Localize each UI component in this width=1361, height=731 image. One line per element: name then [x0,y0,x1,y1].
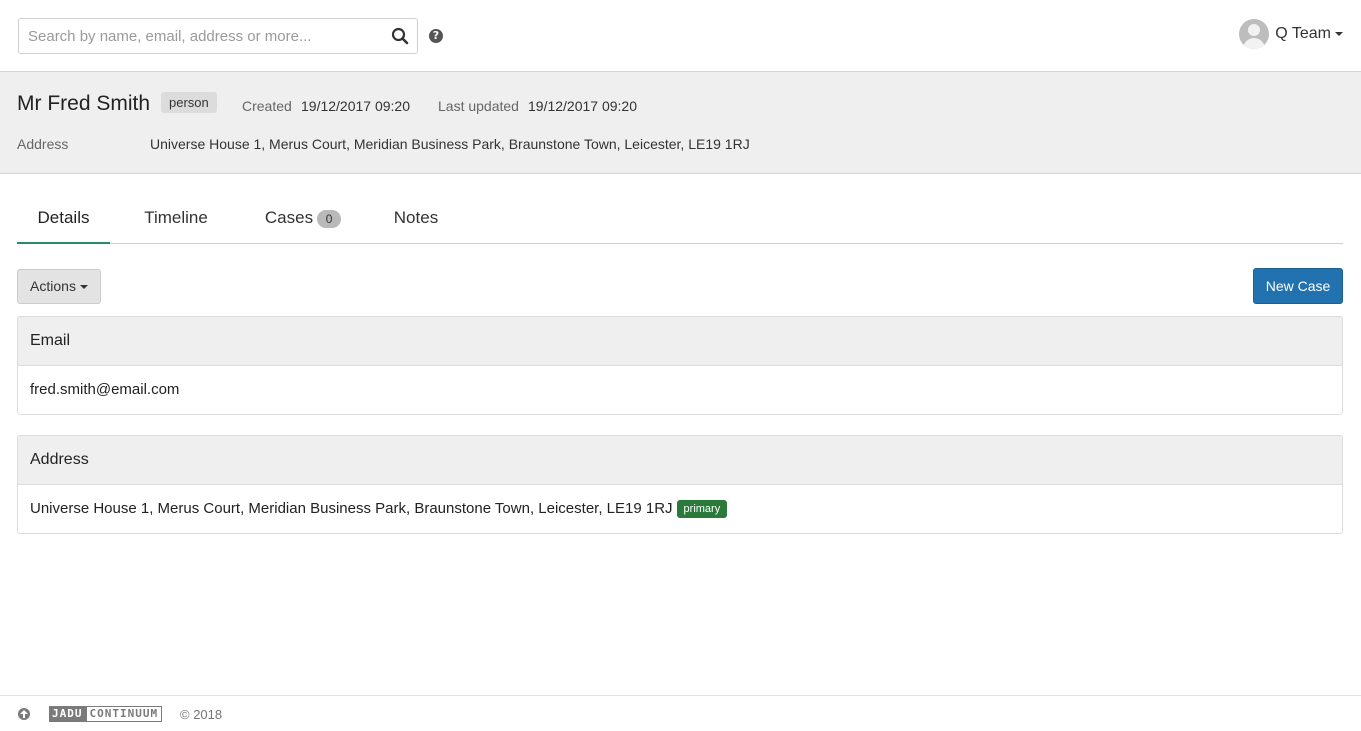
cases-count-badge: 0 [317,209,342,228]
person-name: Mr Fred Smith [17,92,151,115]
address-panel-row: Universe House 1, Merus Court, Meridian … [18,485,1342,533]
tab-timeline[interactable]: Timeline [129,196,223,244]
caret-down-icon [79,285,88,290]
logo-part-continuum: CONTINUUM [85,706,163,722]
user-menu[interactable]: Q Team [1239,19,1343,49]
user-name: Q Team [1275,25,1331,42]
search-input[interactable] [19,19,379,53]
updated-label: Last updated [438,98,519,114]
tab-details[interactable]: Details [17,196,110,244]
up-arrow-icon[interactable] [18,708,30,720]
tab-details-label: Details [37,208,90,227]
created-value: 19/12/2017 09:20 [301,98,410,114]
tab-cases-label: Cases [264,208,314,227]
search-box [18,18,418,54]
tab-timeline-label: Timeline [144,208,208,227]
help-icon[interactable]: ? [429,29,443,43]
tab-notes[interactable]: Notes [387,196,445,244]
footer: JADU CONTINUUM © 2018 [0,695,1361,731]
new-case-button[interactable]: New Case [1253,268,1343,304]
logo-part-jadu: JADU [49,706,86,722]
actions-dropdown-button[interactable]: Actions [17,269,101,304]
avatar [1239,19,1270,49]
email-value: fred.smith@email.com [30,381,180,398]
record-header: Mr Fred Smith person Created 19/12/2017 … [0,72,1361,174]
jadu-continuum-logo: JADU CONTINUUM [49,706,163,722]
address-panel-value: Universe House 1, Merus Court, Meridian … [30,500,673,517]
caret-down-icon [1335,32,1343,36]
address-panel-title: Address [18,436,1342,485]
primary-badge: primary [676,500,728,519]
tab-bar: Details Timeline Cases 0 Notes [17,196,1343,244]
address-panel: Address Universe House 1, Merus Court, M… [17,435,1343,534]
search-icon[interactable] [391,27,409,45]
email-panel: Email fred.smith@email.com [17,316,1343,415]
tab-cases[interactable]: Cases 0 [255,196,351,244]
actions-label: Actions [30,278,76,294]
address-label: Address [17,136,69,152]
tab-notes-label: Notes [393,208,439,227]
created-label: Created [242,98,292,114]
address-value: Universe House 1, Merus Court, Meridian … [150,136,750,152]
updated-value: 19/12/2017 09:20 [528,98,637,114]
top-bar: ? Q Team [0,0,1361,72]
copyright: © 2018 [180,707,223,722]
type-badge: person [161,92,217,113]
email-panel-title: Email [18,317,1342,366]
